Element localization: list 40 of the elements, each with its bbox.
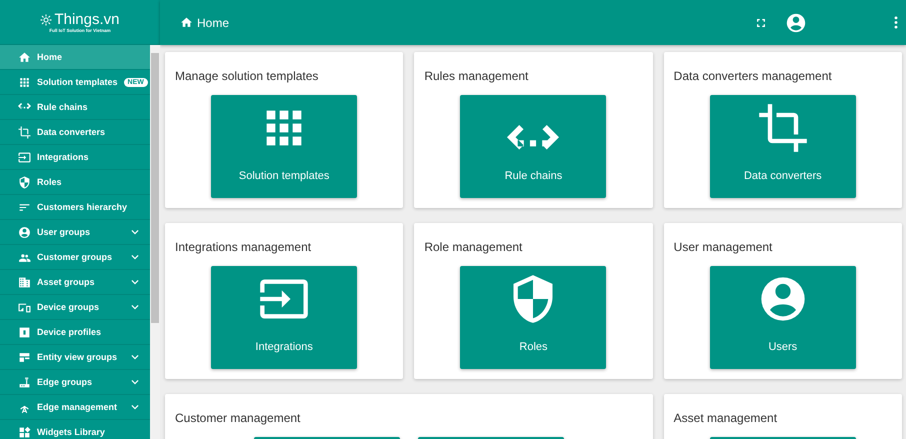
view-icon [18, 350, 31, 364]
tile-button[interactable]: Integrations [211, 266, 358, 369]
sidebar-item[interactable]: Home [0, 45, 150, 70]
building-icon [18, 276, 31, 288]
account-icon [18, 226, 31, 238]
crop-icon [756, 102, 809, 154]
card-title: Rules management [424, 69, 530, 83]
card-title: Data converters management [674, 69, 833, 83]
grid-icon [18, 76, 31, 88]
home-icon [18, 50, 31, 64]
sidebar-item[interactable]: Asset groups [0, 270, 150, 295]
shield-icon [18, 176, 31, 188]
devices-icon [18, 300, 31, 314]
account-icon[interactable] [785, 12, 807, 34]
router-icon [18, 376, 31, 388]
device-icon [18, 326, 31, 338]
tile-button[interactable]: Rule chains [460, 95, 606, 198]
home-icon [180, 16, 193, 29]
more-icon[interactable] [894, 16, 898, 29]
card-title: Customer management [175, 411, 302, 425]
logo-text: Things.vn [54, 11, 120, 28]
input-icon [18, 150, 31, 164]
tile-button[interactable]: Solution templates [211, 95, 358, 198]
sidebar-item[interactable]: Device profiles [0, 320, 150, 345]
scrollbar[interactable] [150, 45, 160, 439]
scrollbar-thumb[interactable] [151, 53, 159, 323]
tile-button[interactable]: Roles [460, 266, 606, 369]
fullscreen-icon[interactable] [756, 18, 766, 28]
card-title: Asset management [674, 411, 778, 425]
page-title: Home [197, 16, 230, 30]
card-title: User management [674, 240, 774, 254]
tile-button[interactable]: Data converters [710, 95, 856, 198]
crop-icon [18, 126, 31, 138]
sun-icon [40, 14, 52, 26]
code-icon [18, 103, 31, 111]
tile-button[interactable]: Users [710, 266, 856, 369]
widgets-icon [18, 426, 31, 438]
card-title: Role management [424, 240, 524, 254]
card-title: Manage solution templates [175, 69, 320, 83]
card-title: Integrations management [175, 240, 312, 254]
